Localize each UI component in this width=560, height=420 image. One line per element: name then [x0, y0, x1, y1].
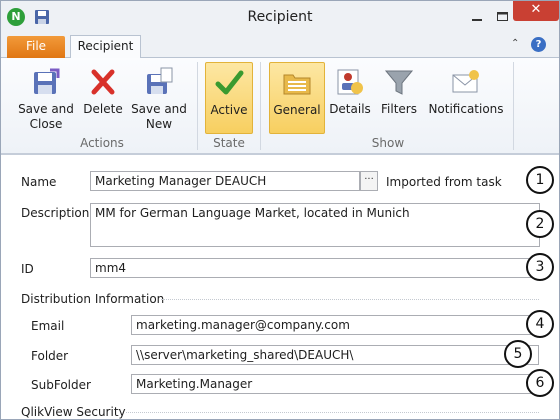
save-and-new-label-1: Save and: [131, 102, 187, 116]
section-divider: [161, 299, 539, 300]
email-input[interactable]: marketing.manager@company.com: [131, 315, 539, 335]
help-icon[interactable]: ?: [531, 37, 546, 52]
save-and-close-label-2: Close: [29, 117, 63, 131]
checkmark-icon: [215, 70, 244, 95]
filter-icon: [384, 70, 414, 95]
name-browse-button[interactable]: ···: [360, 171, 378, 191]
ribbon-separator: [197, 62, 198, 150]
subfolder-input[interactable]: Marketing.Manager: [131, 374, 539, 394]
filters-button[interactable]: Filters: [377, 62, 421, 134]
distribution-information-heading: Distribution Information: [21, 292, 165, 306]
active-toggle-button[interactable]: Active: [205, 62, 253, 134]
minimize-button[interactable]: [467, 7, 487, 27]
save-and-new-label-2: New: [145, 117, 173, 131]
notifications-button[interactable]: Notifications: [427, 62, 505, 134]
group-label-state: State: [213, 136, 245, 150]
email-label: Email: [31, 319, 65, 333]
envelope-icon: [452, 70, 479, 93]
general-form: Name Marketing Manager DEAUCH ··· Import…: [1, 154, 559, 419]
group-label-show: Show: [371, 136, 405, 150]
folder-label: Folder: [31, 349, 69, 363]
section-divider: [126, 412, 539, 413]
callout-1: 1: [526, 166, 554, 194]
tab-recipient[interactable]: Recipient: [70, 35, 141, 59]
chevron-up-icon[interactable]: ⌃: [511, 38, 519, 49]
general-button[interactable]: General: [269, 62, 325, 134]
save-and-new-button[interactable]: Save and New: [129, 62, 189, 134]
notifications-label: Notifications: [428, 102, 504, 116]
name-label: Name: [21, 175, 57, 189]
filters-label: Filters: [381, 102, 417, 116]
recipient-window: N Recipient ✕ File Recipient ⌃ ? Save an…: [0, 0, 560, 420]
callout-2: 2: [526, 210, 554, 238]
delete-label: Delete: [83, 102, 123, 116]
group-label-actions: Actions: [80, 136, 124, 150]
title-bar: N Recipient ✕: [1, 1, 559, 34]
delete-icon: [91, 69, 115, 95]
details-button[interactable]: Details: [329, 62, 371, 134]
general-label: General: [273, 103, 321, 117]
callout-3: 3: [526, 253, 554, 281]
callout-4: 4: [526, 310, 554, 338]
save-new-icon: [147, 67, 173, 94]
subfolder-label: SubFolder: [31, 378, 91, 392]
maximize-button[interactable]: [493, 7, 513, 27]
folder-icon: [283, 74, 311, 95]
delete-button[interactable]: Delete: [81, 62, 125, 134]
description-label: Description: [21, 206, 90, 220]
tab-file[interactable]: File: [7, 36, 65, 58]
folder-input[interactable]: \\server\marketing_shared\DEAUCH\: [131, 345, 539, 365]
ribbon-separator: [260, 62, 261, 150]
save-and-close-label-1: Save and: [18, 102, 74, 116]
id-label: ID: [21, 262, 34, 276]
ribbon-tab-row: File Recipient ⌃ ?: [1, 34, 559, 59]
ribbon-separator: [513, 62, 514, 150]
details-icon: [337, 69, 363, 95]
qlikview-security-heading: QlikView Security: [21, 405, 126, 419]
save-close-icon: [34, 68, 60, 94]
ribbon: Save and Close Delete Save and New Actio…: [1, 58, 559, 154]
close-button[interactable]: ✕: [513, 1, 559, 21]
active-label: Active: [210, 103, 248, 117]
details-label: Details: [329, 102, 371, 116]
close-icon: ✕: [530, 2, 542, 17]
description-textarea[interactable]: MM for German Language Market, located i…: [90, 203, 540, 247]
name-input[interactable]: Marketing Manager DEAUCH: [90, 171, 360, 191]
save-and-close-button[interactable]: Save and Close: [13, 62, 79, 134]
callout-5: 5: [504, 340, 532, 368]
id-input[interactable]: mm4: [90, 258, 540, 278]
imported-from-task-label: Imported from task: [386, 175, 502, 189]
callout-6: 6: [526, 369, 554, 397]
